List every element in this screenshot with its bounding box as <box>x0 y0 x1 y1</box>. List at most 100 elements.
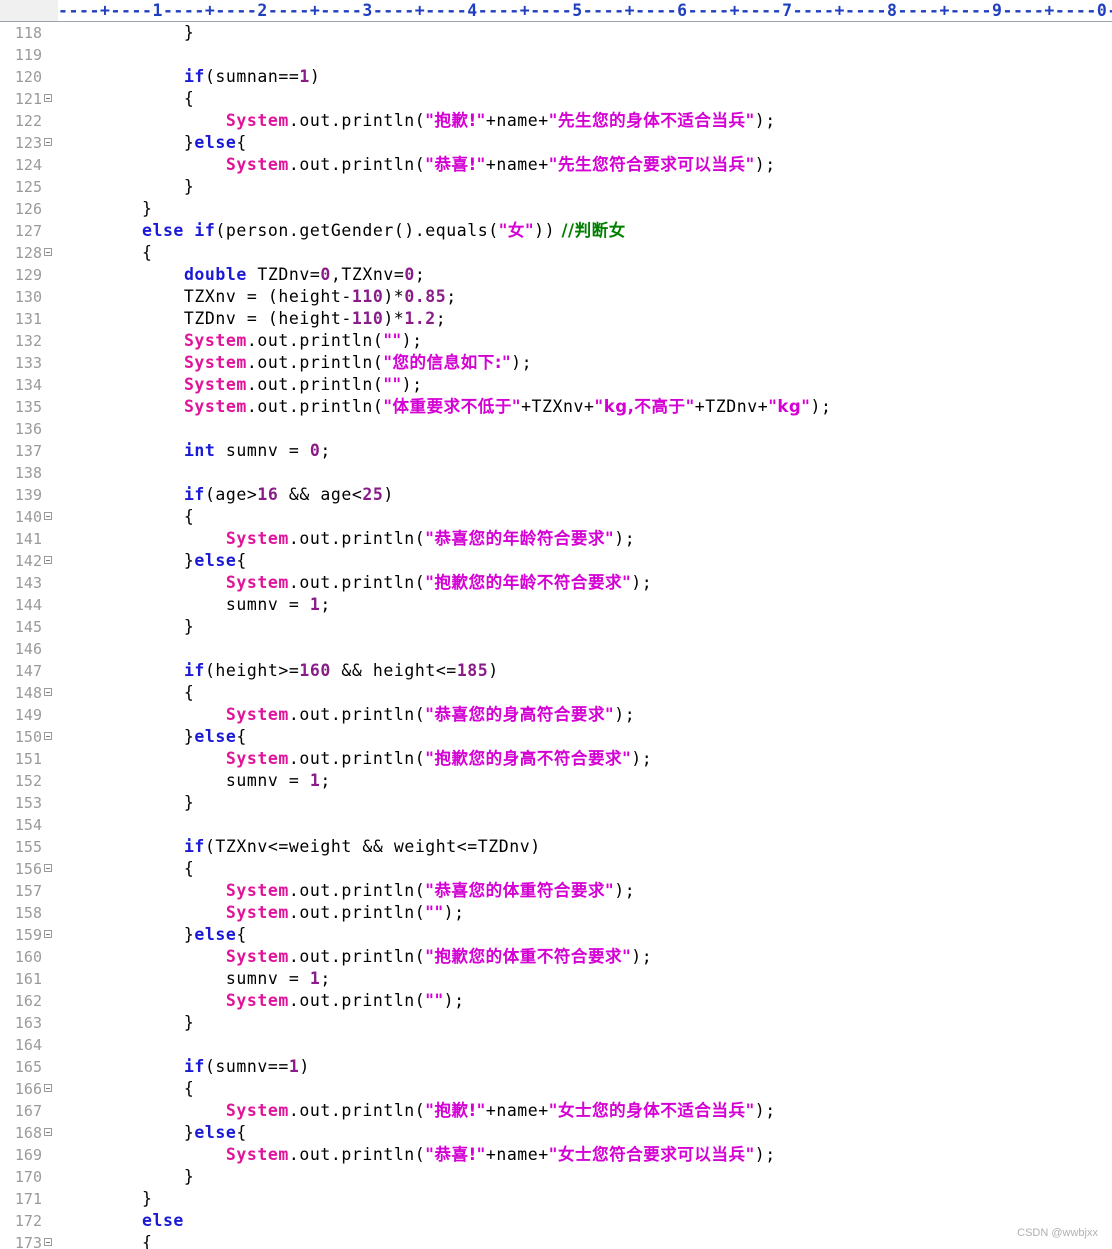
code-line[interactable]: 121 { <box>0 88 1112 110</box>
code-line[interactable]: 125 } <box>0 176 1112 198</box>
plain-token: ; <box>320 771 331 790</box>
plain-token: ); <box>614 705 636 724</box>
code-line[interactable]: 167 System.out.println("抱歉!"+name+"女士您的身… <box>0 1100 1112 1122</box>
kw-token: if <box>183 67 205 86</box>
code-line[interactable]: 151 System.out.println("抱歉您的身高不符合要求"); <box>0 748 1112 770</box>
fold-toggle-icon[interactable] <box>44 512 52 520</box>
plain-token: } <box>58 199 153 218</box>
sys-token: System <box>225 991 289 1010</box>
fold-toggle-icon[interactable] <box>44 864 52 872</box>
fold-toggle-icon[interactable] <box>44 556 52 564</box>
line-number: 143 <box>14 574 42 592</box>
code-line[interactable]: 132 System.out.println(""); <box>0 330 1112 352</box>
code-line[interactable]: 156 { <box>0 858 1112 880</box>
code-line[interactable]: 131 TZDnv = (height-110)*1.2; <box>0 308 1112 330</box>
code-line[interactable]: 169 System.out.println("恭喜!"+name+"女士您符合… <box>0 1144 1112 1166</box>
code-line[interactable]: 172 else <box>0 1210 1112 1232</box>
num-token: 0 <box>404 265 415 284</box>
code-text: TZXnv = (height-110)*0.85; <box>58 286 457 308</box>
code-line[interactable]: 122 System.out.println("抱歉!"+name+"先生您的身… <box>0 110 1112 132</box>
code-line[interactable]: 127 else if(person.getGender().equals("女… <box>0 220 1112 242</box>
str-token: "抱歉!" <box>425 1101 486 1120</box>
plain-token: ); <box>631 573 653 592</box>
code-line[interactable]: 153 } <box>0 792 1112 814</box>
plain-token: .out.println( <box>288 529 426 548</box>
code-line[interactable]: 163 } <box>0 1012 1112 1034</box>
code-line[interactable]: 140 { <box>0 506 1112 528</box>
code-line[interactable]: 120 if(sumnan==1) <box>0 66 1112 88</box>
code-line[interactable]: 126 } <box>0 198 1112 220</box>
code-line[interactable]: 129 double TZDnv=0,TZXnv=0; <box>0 264 1112 286</box>
plain-token: ); <box>754 111 776 130</box>
code-line[interactable]: 160 System.out.println("抱歉您的体重不符合要求"); <box>0 946 1112 968</box>
code-line[interactable]: 173 { <box>0 1232 1112 1249</box>
code-line[interactable]: 165 if(sumnv==1) <box>0 1056 1112 1078</box>
plain-token: +name+ <box>485 111 549 130</box>
fold-toggle-icon[interactable] <box>44 1128 52 1136</box>
code-line[interactable]: 135 System.out.println("体重要求不低于"+TZXnv+"… <box>0 396 1112 418</box>
line-number: 153 <box>14 794 42 812</box>
code-line[interactable]: 170 } <box>0 1166 1112 1188</box>
num-token: 1 <box>299 67 310 86</box>
code-line[interactable]: 168 }else{ <box>0 1122 1112 1144</box>
fold-toggle-icon[interactable] <box>44 732 52 740</box>
code-line[interactable]: 134 System.out.println(""); <box>0 374 1112 396</box>
code-line[interactable]: 133 System.out.println("您的信息如下:"); <box>0 352 1112 374</box>
code-text: System.out.println("抱歉您的身高不符合要求"); <box>58 748 652 770</box>
code-text: if(sumnv==1) <box>58 1056 310 1078</box>
code-line[interactable]: 147 if(height>=160 && height<=185) <box>0 660 1112 682</box>
code-line[interactable]: 148 { <box>0 682 1112 704</box>
code-line[interactable]: 145 } <box>0 616 1112 638</box>
code-line[interactable]: 158 System.out.println(""); <box>0 902 1112 924</box>
fold-toggle-icon[interactable] <box>44 248 52 256</box>
fold-toggle-icon[interactable] <box>44 94 52 102</box>
code-editor[interactable]: 118 } 119 120 if(sumnan==1) 121 {122 System… <box>0 22 1112 1249</box>
fold-toggle-icon[interactable] <box>44 1238 52 1246</box>
num-token: 25 <box>362 485 384 504</box>
code-line[interactable]: 119 <box>0 44 1112 66</box>
code-line[interactable]: 118 } <box>0 22 1112 44</box>
code-line[interactable]: 143 System.out.println("抱歉您的年龄不符合要求"); <box>0 572 1112 594</box>
code-line[interactable]: 124 System.out.println("恭喜!"+name+"先生您符合… <box>0 154 1112 176</box>
num-token: 0 <box>320 265 331 284</box>
code-line[interactable]: 162 System.out.println(""); <box>0 990 1112 1012</box>
code-text: System.out.println("抱歉!"+name+"女士您的身体不适合… <box>58 1100 776 1122</box>
code-line[interactable]: 154 <box>0 814 1112 836</box>
fold-toggle-icon[interactable] <box>44 930 52 938</box>
kw-token: if <box>183 1057 205 1076</box>
plain-token: TZDnv= <box>246 265 321 284</box>
line-number: 129 <box>14 266 42 284</box>
code-line[interactable]: 137 int sumnv = 0; <box>0 440 1112 462</box>
code-line[interactable]: 139 if(age>16 && age<25) <box>0 484 1112 506</box>
code-text: sumnv = 1; <box>58 594 331 616</box>
code-line[interactable]: 164 <box>0 1034 1112 1056</box>
plain-token: ); <box>401 331 423 350</box>
code-line[interactable]: 128 { <box>0 242 1112 264</box>
code-line[interactable]: 136 <box>0 418 1112 440</box>
code-line[interactable]: 150 }else{ <box>0 726 1112 748</box>
code-line[interactable]: 161 sumnv = 1; <box>0 968 1112 990</box>
code-line[interactable]: 144 sumnv = 1; <box>0 594 1112 616</box>
line-number: 120 <box>14 68 42 86</box>
code-line[interactable]: 123 }else{ <box>0 132 1112 154</box>
code-line[interactable]: 138 <box>0 462 1112 484</box>
line-number: 138 <box>14 464 42 482</box>
code-line[interactable]: 171 } <box>0 1188 1112 1210</box>
code-text: { <box>58 1232 152 1249</box>
fold-toggle-icon[interactable] <box>44 1084 52 1092</box>
code-line[interactable]: 142 }else{ <box>0 550 1112 572</box>
code-line[interactable]: 141 System.out.println("恭喜您的年龄符合要求"); <box>0 528 1112 550</box>
fold-toggle-icon[interactable] <box>44 138 52 146</box>
code-line[interactable]: 146 <box>0 638 1112 660</box>
code-line[interactable]: 159 }else{ <box>0 924 1112 946</box>
code-line[interactable]: 130 TZXnv = (height-110)*0.85; <box>0 286 1112 308</box>
code-line[interactable]: 149 System.out.println("恭喜您的身高符合要求"); <box>0 704 1112 726</box>
code-line[interactable]: 155 if(TZXnv<=weight && weight<=TZDnv) <box>0 836 1112 858</box>
fold-toggle-icon[interactable] <box>44 688 52 696</box>
code-line[interactable]: 152 sumnv = 1; <box>0 770 1112 792</box>
code-line[interactable]: 157 System.out.println("恭喜您的体重符合要求"); <box>0 880 1112 902</box>
plain-token: .out.println( <box>288 749 426 768</box>
code-line[interactable]: 166 { <box>0 1078 1112 1100</box>
